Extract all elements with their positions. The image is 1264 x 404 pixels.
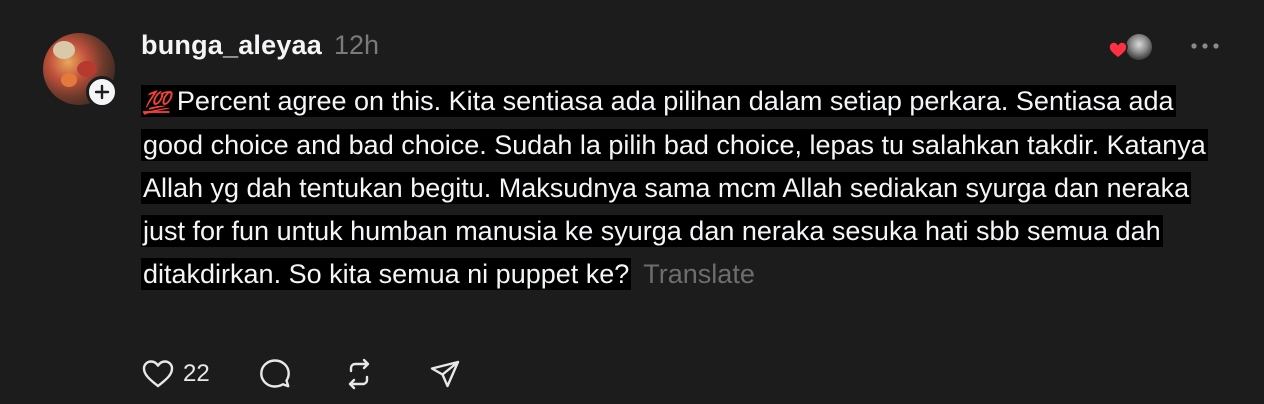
avatar-detail [61,73,77,87]
plus-icon [94,84,110,100]
liked-by-indicator[interactable] [1108,31,1156,63]
repost-button[interactable] [342,357,376,391]
comment-bubble-icon [259,359,290,388]
avatar-detail [53,41,75,59]
translate-link[interactable]: Translate [643,259,755,289]
post-body: 💯 Percent agree on this. Kita sentiasa a… [141,80,1231,296]
hundred-points-emoji: 💯 [143,90,170,115]
more-horizontal-icon[interactable] [1188,36,1222,56]
heart-icon [1108,41,1128,59]
like-button[interactable]: 22 [141,357,210,391]
repost-icon [348,358,369,390]
heart-icon [142,360,174,388]
comment-button[interactable] [258,357,292,391]
share-button[interactable] [428,357,462,391]
action-bar: 22 [141,356,462,392]
send-icon [430,360,459,388]
like-count: 22 [183,360,210,387]
timestamp[interactable]: 12h [334,30,379,61]
follow-button[interactable] [86,76,118,108]
avatar-detail [77,61,97,77]
username[interactable]: bunga_aleyaa [141,30,322,61]
liker-avatar [1124,32,1154,62]
post-header: bunga_aleyaa 12h [141,30,379,64]
